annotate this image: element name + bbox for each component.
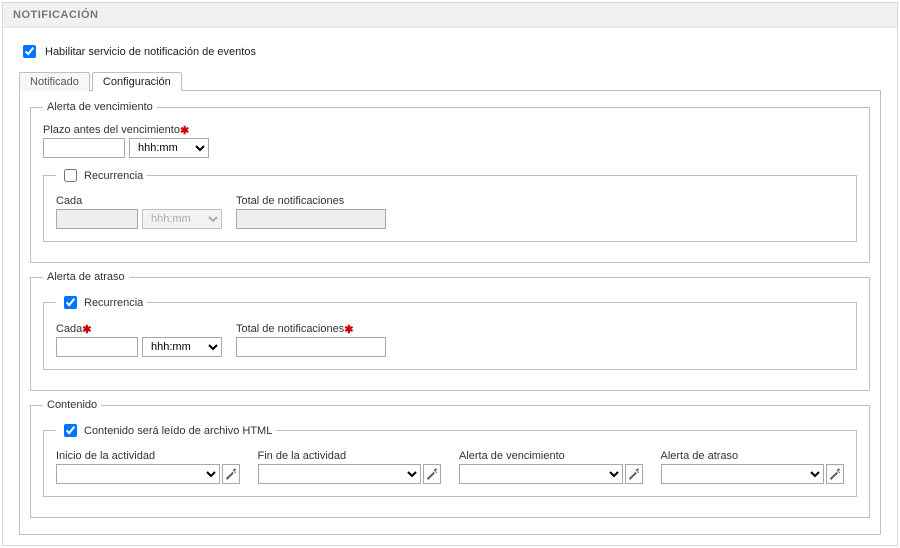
select-atraso-cada-unit[interactable]: hhh:mm: [142, 337, 222, 357]
notification-panel: NOTIFICACIÓN Habilitar servicio de notif…: [2, 2, 898, 546]
field-venc-cada: Cada hhh:mm: [56, 195, 222, 229]
legend-venc-recurrencia-text: Recurrencia: [84, 170, 143, 182]
label-atraso-cada-text: Cada: [56, 323, 82, 335]
checkbox-contenido-html[interactable]: [64, 424, 77, 437]
field-inicio: Inicio de la actividad: [56, 450, 240, 484]
label-atraso-cada: Cada✱: [56, 322, 222, 335]
label-atraso-total-text: Total de notificaciones: [236, 323, 344, 335]
input-plazo[interactable]: [43, 138, 125, 158]
required-icon: ✱: [344, 324, 353, 336]
label-fin: Fin de la actividad: [258, 450, 442, 462]
wand-button-inicio[interactable]: [222, 464, 240, 484]
input-atraso-total[interactable]: [236, 337, 386, 357]
panel-title: NOTIFICACIÓN: [3, 3, 897, 28]
input-atraso-cada[interactable]: [56, 337, 138, 357]
tab-configuracion[interactable]: Configuración: [92, 72, 182, 91]
required-icon: ✱: [180, 125, 189, 137]
label-inicio: Inicio de la actividad: [56, 450, 240, 462]
label-alerta-atraso: Alerta de atraso: [661, 450, 845, 462]
legend-atraso: Alerta de atraso: [43, 271, 129, 283]
tab-content: Alerta de vencimiento Plazo antes del ve…: [19, 90, 881, 535]
label-plazo-text: Plazo antes del vencimiento: [43, 124, 180, 136]
select-alerta-atraso[interactable]: [661, 464, 825, 484]
fieldset-contenido-html: Contenido será leído de archivo HTML Ini…: [43, 421, 857, 497]
label-atraso-total: Total de notificaciones✱: [236, 322, 386, 335]
legend-contenido-html: Contenido será leído de archivo HTML: [56, 421, 276, 440]
field-atraso-cada: Cada✱ hhh:mm: [56, 322, 222, 357]
enable-row: Habilitar servicio de notificación de ev…: [19, 42, 881, 61]
wand-icon: [426, 468, 438, 480]
enable-checkbox[interactable]: [23, 45, 36, 58]
select-fin[interactable]: [258, 464, 422, 484]
legend-contenido-html-text: Contenido será leído de archivo HTML: [84, 425, 272, 437]
select-inicio[interactable]: [56, 464, 220, 484]
field-alerta-venc: Alerta de vencimiento: [459, 450, 643, 484]
tabs: Notificado Configuración: [19, 71, 881, 90]
fieldset-atraso: Alerta de atraso Recurrencia Cada✱: [30, 271, 870, 391]
field-fin: Fin de la actividad: [258, 450, 442, 484]
label-alerta-venc: Alerta de vencimiento: [459, 450, 643, 462]
wand-button-fin[interactable]: [423, 464, 441, 484]
legend-venc-recurrencia: Recurrencia: [56, 166, 147, 185]
field-venc-total: Total de notificaciones: [236, 195, 386, 229]
wand-icon: [628, 468, 640, 480]
fieldset-contenido: Contenido Contenido será leído de archiv…: [30, 399, 870, 518]
enable-label: Habilitar servicio de notificación de ev…: [45, 46, 256, 58]
fieldset-vencimiento: Alerta de vencimiento Plazo antes del ve…: [30, 101, 870, 263]
field-atraso-total: Total de notificaciones✱: [236, 322, 386, 357]
label-venc-total: Total de notificaciones: [236, 195, 386, 207]
select-venc-cada-unit[interactable]: hhh:mm: [142, 209, 222, 229]
wand-button-alerta-atraso[interactable]: [826, 464, 844, 484]
legend-atraso-recurrencia-text: Recurrencia: [84, 297, 143, 309]
field-plazo: Plazo antes del vencimiento✱ hhh:mm: [43, 123, 857, 158]
content-row: Inicio de la actividad Fin de la activid…: [56, 450, 844, 484]
checkbox-venc-recurrencia[interactable]: [64, 169, 77, 182]
fieldset-venc-recurrencia: Recurrencia Cada hhh:mm: [43, 166, 857, 242]
checkbox-atraso-recurrencia[interactable]: [64, 296, 77, 309]
input-venc-total[interactable]: [236, 209, 386, 229]
tab-notificado[interactable]: Notificado: [19, 72, 90, 91]
wand-button-alerta-venc[interactable]: [625, 464, 643, 484]
select-plazo-unit[interactable]: hhh:mm: [129, 138, 209, 158]
field-alerta-atraso: Alerta de atraso: [661, 450, 845, 484]
panel-body: Habilitar servicio de notificación de ev…: [3, 28, 897, 545]
fieldset-atraso-recurrencia: Recurrencia Cada✱ hhh:mm: [43, 293, 857, 370]
select-alerta-venc[interactable]: [459, 464, 623, 484]
wand-icon: [225, 468, 237, 480]
legend-contenido: Contenido: [43, 399, 101, 411]
legend-atraso-recurrencia: Recurrencia: [56, 293, 147, 312]
wand-icon: [829, 468, 841, 480]
required-icon: ✱: [82, 324, 91, 336]
input-venc-cada[interactable]: [56, 209, 138, 229]
label-plazo: Plazo antes del vencimiento✱: [43, 123, 857, 136]
label-venc-cada: Cada: [56, 195, 222, 207]
legend-vencimiento: Alerta de vencimiento: [43, 101, 157, 113]
